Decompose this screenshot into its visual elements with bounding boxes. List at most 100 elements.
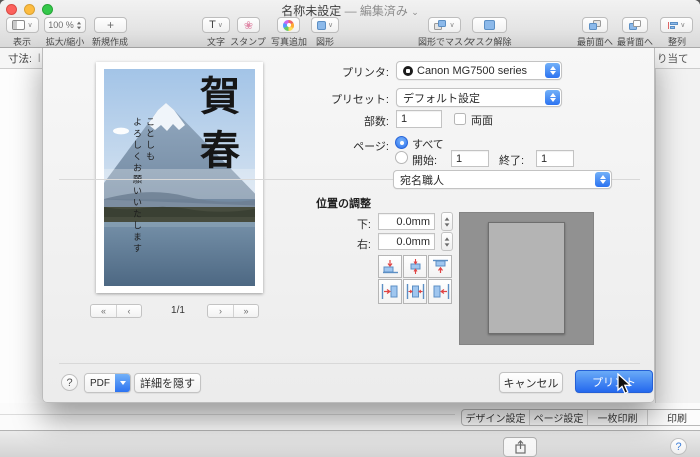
help-button-bottom[interactable]: ?	[670, 438, 687, 455]
help-button[interactable]: ?	[61, 374, 78, 391]
tab-single-print[interactable]: 一枚印刷	[588, 410, 648, 425]
mask-icon	[434, 20, 447, 31]
right-offset-input[interactable]: 0.0mm	[378, 233, 435, 250]
position-preview-page	[488, 222, 565, 334]
pages-label: ページ:	[353, 138, 389, 154]
shape-square-icon	[317, 21, 326, 30]
print-button[interactable]: プリント	[575, 370, 653, 393]
pages-to-label: 終了:	[499, 152, 524, 168]
front-label: 最前面へ	[577, 35, 613, 48]
align-vertical-center-button[interactable]	[403, 255, 427, 278]
stamp-label: スタンプ	[230, 35, 266, 48]
bring-front-icon	[589, 20, 602, 31]
down-offset-input[interactable]: 0.0mm	[378, 213, 435, 230]
down-stepper[interactable]	[441, 212, 453, 231]
divider	[59, 363, 640, 364]
position-section-title: 位置の調整	[316, 195, 371, 211]
align-button[interactable]: ∨	[660, 17, 693, 33]
hide-details-button[interactable]: 詳細を隠す	[134, 373, 201, 393]
page-count: 1/1	[148, 305, 208, 316]
align-left-icon	[381, 283, 400, 300]
text-label: 文字	[207, 35, 225, 48]
align-horizontal-center-icon	[406, 283, 425, 300]
align-bottom-icon	[381, 259, 400, 274]
back-label: 最背面へ	[617, 35, 653, 48]
bring-to-front-button[interactable]	[582, 17, 608, 33]
align-horizontal-center-button[interactable]	[403, 279, 427, 304]
title-chevron-icon: ⌄	[411, 7, 419, 17]
zoom-value: 100 %	[48, 20, 74, 30]
printer-select[interactable]: Canon MG7500 series	[396, 61, 562, 80]
bottom-bar: ?	[0, 430, 700, 457]
dropdown-arrows-icon	[545, 90, 560, 105]
down-label: 下:	[357, 216, 371, 232]
add-photo-button[interactable]	[277, 17, 300, 33]
preset-label: プリセット:	[331, 91, 389, 107]
right-stepper[interactable]	[441, 232, 453, 251]
share-button[interactable]	[503, 437, 537, 457]
bottom-strip: デザイン設定 ページ設定 一枚印刷 印刷	[0, 403, 700, 430]
align-label: 整列	[668, 35, 686, 48]
mouse-cursor	[616, 373, 633, 395]
cancel-button[interactable]: キャンセル	[499, 372, 563, 393]
stamp-button[interactable]: ❀	[237, 17, 260, 33]
plus-icon: +	[107, 18, 114, 32]
first-page-button[interactable]: «	[91, 305, 116, 317]
pages-from-input[interactable]: 1	[451, 150, 489, 167]
align-icon	[668, 22, 679, 29]
align-top-button[interactable]	[428, 255, 452, 278]
chevron-down-icon: ∨	[27, 22, 32, 29]
view-button[interactable]: ∨	[6, 17, 39, 33]
copies-input[interactable]: 1	[396, 110, 442, 128]
side-panel-header: り当て	[657, 51, 689, 66]
view-icon	[12, 20, 25, 30]
stepper-arrows-icon	[76, 21, 82, 30]
align-vertical-center-icon	[406, 259, 425, 274]
text-tool-button[interactable]: T ∨	[202, 17, 230, 33]
settings-pane-value: 宛名職人	[400, 172, 444, 188]
mask-label: 図形でマスク	[418, 35, 472, 48]
zoom-label: 拡大/縮小	[46, 35, 85, 48]
last-page-button[interactable]: »	[233, 305, 258, 317]
dropdown-arrows-icon	[595, 172, 610, 187]
view-label: 表示	[13, 35, 31, 48]
pages-all-label: すべて	[412, 136, 444, 152]
card-preview: 賀春 ことしも よろしくお願いいたします	[96, 62, 263, 293]
new-label: 新規作成	[92, 35, 128, 48]
dropdown-arrows-icon	[545, 63, 560, 78]
next-page-button[interactable]: ›	[208, 305, 233, 317]
card-greeting-text: ことしも よろしくお願いいたします	[130, 117, 156, 255]
mask-with-shape-button[interactable]: ∨	[428, 17, 461, 33]
previous-page-button[interactable]: ‹	[116, 305, 141, 317]
unmask-icon	[484, 20, 495, 30]
new-button[interactable]: +	[94, 17, 127, 33]
preset-value: デフォルト設定	[403, 90, 480, 106]
tab-design-settings[interactable]: デザイン設定	[462, 410, 530, 425]
print-dialog: 賀春 ことしも よろしくお願いいたします « ‹ 1/1 › » プリンタ: C…	[42, 48, 655, 403]
settings-pane-select[interactable]: 宛名職人	[393, 170, 612, 189]
send-to-back-button[interactable]	[622, 17, 648, 33]
align-bottom-button[interactable]	[378, 255, 402, 278]
pages-all-radio[interactable]	[395, 136, 408, 149]
tab-page-settings[interactable]: ページ設定	[530, 410, 588, 425]
preset-select[interactable]: デフォルト設定	[396, 88, 562, 107]
titlebar-toolbar: 名称未設定 — 編集済み ⌄ ∨ 100 % + T ∨ ❀	[0, 0, 700, 48]
duplex-checkbox[interactable]	[454, 113, 466, 125]
align-right-icon	[431, 283, 450, 300]
unmask-button[interactable]	[472, 17, 507, 33]
align-right-button[interactable]	[428, 279, 452, 304]
pages-range-radio[interactable]	[395, 151, 408, 164]
tab-print[interactable]: 印刷	[648, 410, 700, 425]
printer-status-icon	[403, 66, 413, 76]
shape-button[interactable]: ∨	[311, 17, 339, 33]
pdf-menu-button[interactable]: PDF	[84, 373, 131, 393]
unmask-label: マスク解除	[466, 35, 511, 48]
photos-icon	[283, 20, 294, 31]
pages-to-input[interactable]: 1	[536, 150, 574, 167]
chevron-down-icon: ∨	[449, 22, 454, 29]
photo-label: 写真追加	[271, 35, 307, 48]
align-left-button[interactable]	[378, 279, 402, 304]
zoom-stepper[interactable]: 100 %	[44, 17, 86, 33]
nav-forward-group: › »	[207, 304, 259, 318]
chevron-down-icon	[115, 374, 130, 392]
